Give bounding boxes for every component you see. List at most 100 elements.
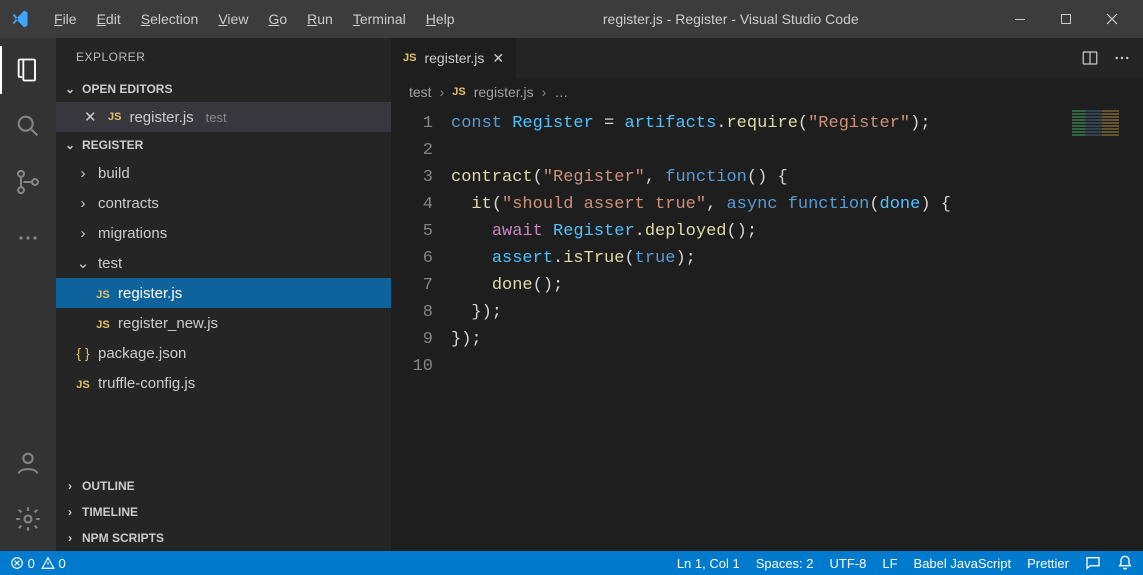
tree-icon: JS: [74, 375, 92, 392]
search-icon[interactable]: [0, 102, 56, 150]
close-button[interactable]: [1089, 0, 1135, 38]
feedback-icon[interactable]: [1085, 555, 1101, 571]
tree-label: package.json: [98, 345, 186, 362]
sidebar-header: EXPLORER: [56, 38, 391, 76]
explorer-icon[interactable]: [0, 46, 56, 94]
chevron-right-icon: ›: [542, 84, 547, 100]
folder-build[interactable]: › build: [56, 158, 391, 188]
menu-view[interactable]: View: [208, 5, 258, 33]
js-file-icon: JS: [403, 52, 416, 64]
open-editors-label: OPEN EDITORS: [82, 82, 172, 96]
open-editor-filename: register.js: [129, 109, 193, 126]
bell-icon[interactable]: [1117, 555, 1133, 571]
tab-filename: register.js: [424, 50, 484, 66]
outline-label: OUTLINE: [82, 479, 135, 493]
formatter[interactable]: Prettier: [1027, 556, 1069, 571]
tree-icon: { }: [74, 345, 92, 362]
file-register-js[interactable]: JS register.js: [56, 278, 391, 308]
tree-icon: JS: [94, 315, 112, 332]
open-editors-header[interactable]: ⌄ OPEN EDITORS: [56, 76, 391, 102]
file-package-json[interactable]: { } package.json: [56, 338, 391, 368]
more-actions-icon[interactable]: [1113, 49, 1131, 67]
source-control-icon[interactable]: [0, 158, 56, 206]
statusbar: 0 0 Ln 1, Col 1 Spaces: 2 UTF-8 LF Babel…: [0, 551, 1143, 575]
code-area[interactable]: 12345678910 const Register = artifacts.r…: [391, 106, 1143, 551]
minimize-button[interactable]: [997, 0, 1043, 38]
open-editor-folder: test: [206, 110, 227, 125]
split-editor-icon[interactable]: [1081, 49, 1099, 67]
tree-icon: ⌄: [74, 254, 92, 272]
project-header[interactable]: ⌄ REGISTER: [56, 132, 391, 158]
tree-label: test: [98, 255, 122, 272]
minimap[interactable]: [1068, 106, 1143, 551]
project-label: REGISTER: [82, 138, 143, 152]
tree-label: register.js: [118, 285, 182, 302]
file-register_new-js[interactable]: JS register_new.js: [56, 308, 391, 338]
folder-test[interactable]: ⌄ test: [56, 248, 391, 278]
indent-spaces[interactable]: Spaces: 2: [756, 556, 814, 571]
chevron-right-icon: ›: [440, 84, 445, 100]
sidebar: EXPLORER ⌄ OPEN EDITORS ✕ JS register.js…: [56, 38, 391, 551]
open-editor-item[interactable]: ✕ JS register.js test: [56, 102, 391, 132]
menu-selection[interactable]: Selection: [131, 5, 209, 33]
file-truffle-config-js[interactable]: JS truffle-config.js: [56, 368, 391, 398]
file-tree: › build › contracts › migrations ⌄ test JS regist…: [56, 158, 391, 398]
tabs-row: JS register.js ✕: [391, 38, 1143, 78]
tree-icon: ›: [74, 165, 92, 182]
window-controls: [997, 0, 1135, 38]
more-icon[interactable]: [0, 214, 56, 262]
eol[interactable]: LF: [882, 556, 897, 571]
menubar: FileEditSelectionViewGoRunTerminalHelp: [44, 5, 465, 33]
js-file-icon: JS: [452, 86, 465, 98]
tab-register-js[interactable]: JS register.js ✕: [391, 38, 517, 78]
cursor-position[interactable]: Ln 1, Col 1: [677, 556, 740, 571]
js-file-icon: JS: [108, 111, 121, 123]
folder-migrations[interactable]: › migrations: [56, 218, 391, 248]
encoding[interactable]: UTF-8: [830, 556, 867, 571]
chevron-down-icon: ⌄: [62, 82, 78, 96]
outline-header[interactable]: › OUTLINE: [56, 473, 391, 499]
menu-edit[interactable]: Edit: [87, 5, 131, 33]
warnings-count[interactable]: 0: [41, 556, 66, 571]
tree-icon: JS: [94, 285, 112, 302]
titlebar: FileEditSelectionViewGoRunTerminalHelp r…: [0, 0, 1143, 38]
close-icon[interactable]: ✕: [84, 108, 100, 126]
chevron-right-icon: ›: [62, 479, 78, 493]
menu-help[interactable]: Help: [416, 5, 465, 33]
maximize-button[interactable]: [1043, 0, 1089, 38]
menu-file[interactable]: File: [44, 5, 87, 33]
vscode-logo-icon: [8, 7, 32, 31]
breadcrumb[interactable]: test › JS register.js › …: [391, 78, 1143, 106]
errors-count[interactable]: 0: [10, 556, 35, 571]
line-gutter: 12345678910: [391, 106, 451, 551]
timeline-label: TIMELINE: [82, 505, 138, 519]
chevron-down-icon: ⌄: [62, 138, 78, 152]
language-mode[interactable]: Babel JavaScript: [914, 556, 1012, 571]
activity-bar: [0, 38, 56, 551]
chevron-right-icon: ›: [62, 505, 78, 519]
npm-scripts-header[interactable]: › NPM SCRIPTS: [56, 525, 391, 551]
tree-icon: ›: [74, 225, 92, 242]
timeline-header[interactable]: › TIMELINE: [56, 499, 391, 525]
account-icon[interactable]: [0, 439, 56, 487]
chevron-right-icon: ›: [62, 531, 78, 545]
folder-contracts[interactable]: › contracts: [56, 188, 391, 218]
tree-label: register_new.js: [118, 315, 218, 332]
breadcrumb-file[interactable]: register.js: [474, 84, 534, 100]
window-title: register.js - Register - Visual Studio C…: [465, 11, 997, 27]
editor: JS register.js ✕ test › JS register.js ›…: [391, 38, 1143, 551]
close-icon[interactable]: ✕: [492, 50, 504, 67]
tree-label: migrations: [98, 225, 167, 242]
code-content[interactable]: const Register = artifacts.require("Regi…: [451, 106, 1068, 551]
menu-go[interactable]: Go: [258, 5, 297, 33]
breadcrumb-more[interactable]: …: [554, 84, 568, 100]
breadcrumb-folder[interactable]: test: [409, 84, 432, 100]
menu-terminal[interactable]: Terminal: [343, 5, 416, 33]
npm-label: NPM SCRIPTS: [82, 531, 164, 545]
tree-label: truffle-config.js: [98, 375, 195, 392]
tree-label: contracts: [98, 195, 159, 212]
menu-run[interactable]: Run: [297, 5, 343, 33]
settings-gear-icon[interactable]: [0, 495, 56, 543]
tree-icon: ›: [74, 195, 92, 212]
tree-label: build: [98, 165, 130, 182]
